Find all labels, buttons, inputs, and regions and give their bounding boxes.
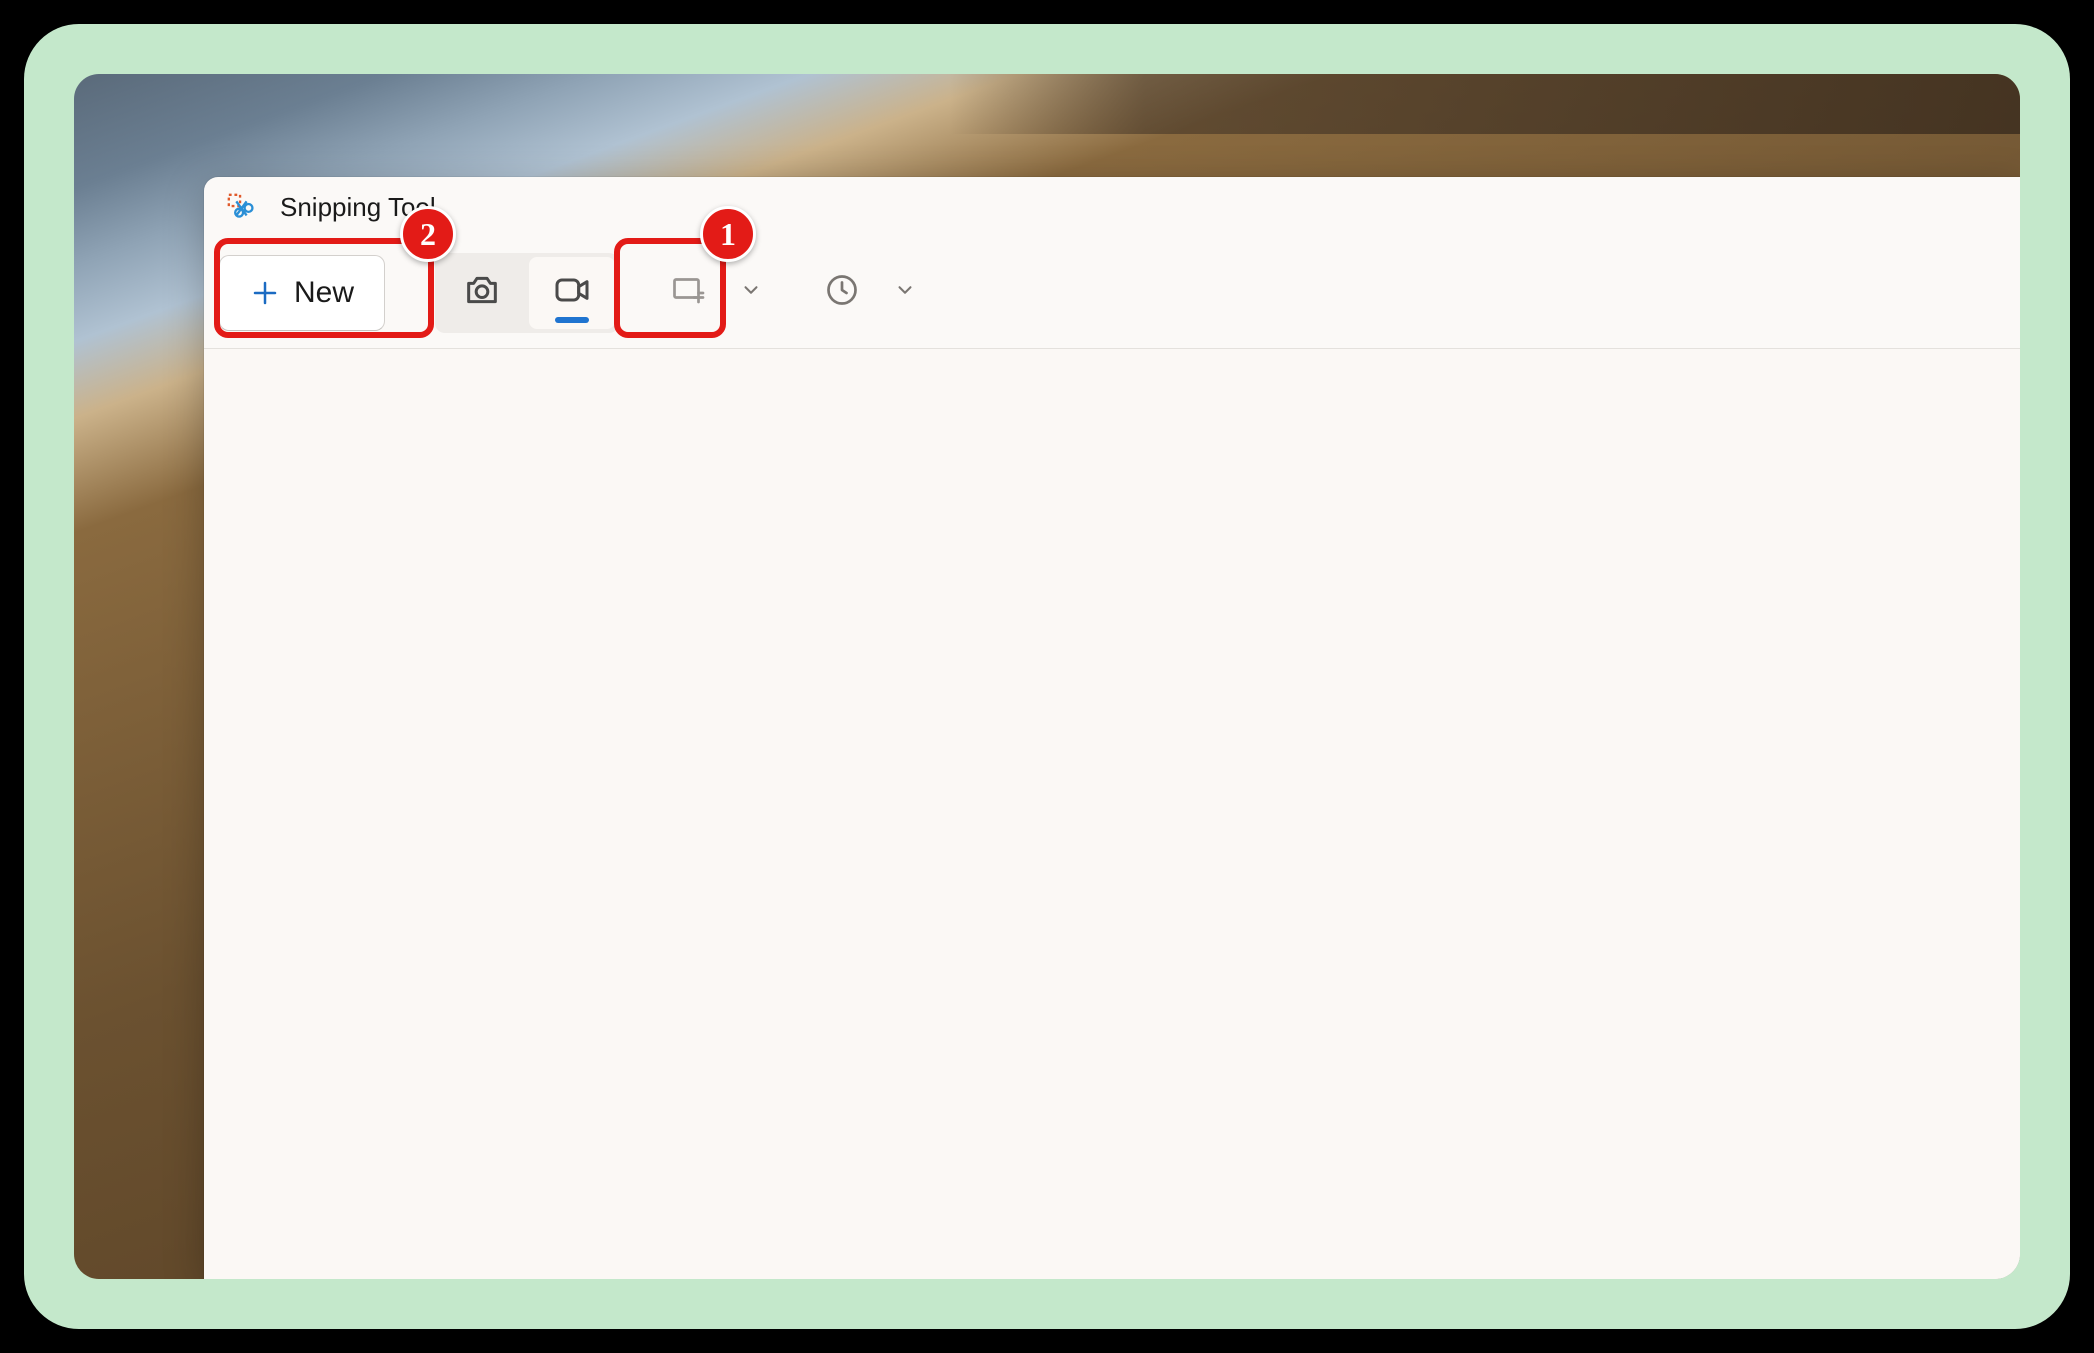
step-2-badge: 2 bbox=[400, 206, 456, 262]
step-2-label: 2 bbox=[420, 216, 436, 253]
video-camera-icon bbox=[552, 270, 592, 315]
record-mode-button[interactable] bbox=[529, 257, 615, 329]
chevron-down-icon bbox=[740, 279, 762, 306]
snip-shape-dropdown[interactable] bbox=[729, 257, 773, 329]
new-button-label: New bbox=[294, 276, 354, 310]
window-titlebar[interactable]: Snipping Tool bbox=[204, 177, 2020, 237]
delay-button[interactable] bbox=[811, 257, 873, 329]
instruction-card: Snipping Tool New bbox=[24, 24, 2070, 1329]
snip-shape-button[interactable] bbox=[657, 257, 719, 329]
desktop-wallpaper: Snipping Tool New bbox=[74, 74, 2020, 1279]
plus-icon bbox=[250, 278, 280, 308]
step-1-badge: 1 bbox=[700, 206, 756, 262]
new-button[interactable]: New bbox=[219, 255, 385, 331]
delay-dropdown[interactable] bbox=[883, 257, 927, 329]
capture-preview-area bbox=[204, 349, 2020, 1279]
snipping-tool-window: Snipping Tool New bbox=[204, 177, 2020, 1279]
capture-mode-group bbox=[435, 253, 619, 333]
rectangle-snip-icon bbox=[670, 272, 706, 313]
snipping-tool-app-icon bbox=[226, 192, 256, 222]
camera-icon bbox=[462, 270, 502, 315]
clock-icon bbox=[824, 272, 860, 313]
snapshot-mode-button[interactable] bbox=[439, 257, 525, 329]
chevron-down-icon bbox=[894, 279, 916, 306]
decorative-top-fringe bbox=[0, 0, 2094, 26]
step-1-label: 1 bbox=[720, 216, 736, 253]
toolbar: New bbox=[204, 237, 2020, 349]
